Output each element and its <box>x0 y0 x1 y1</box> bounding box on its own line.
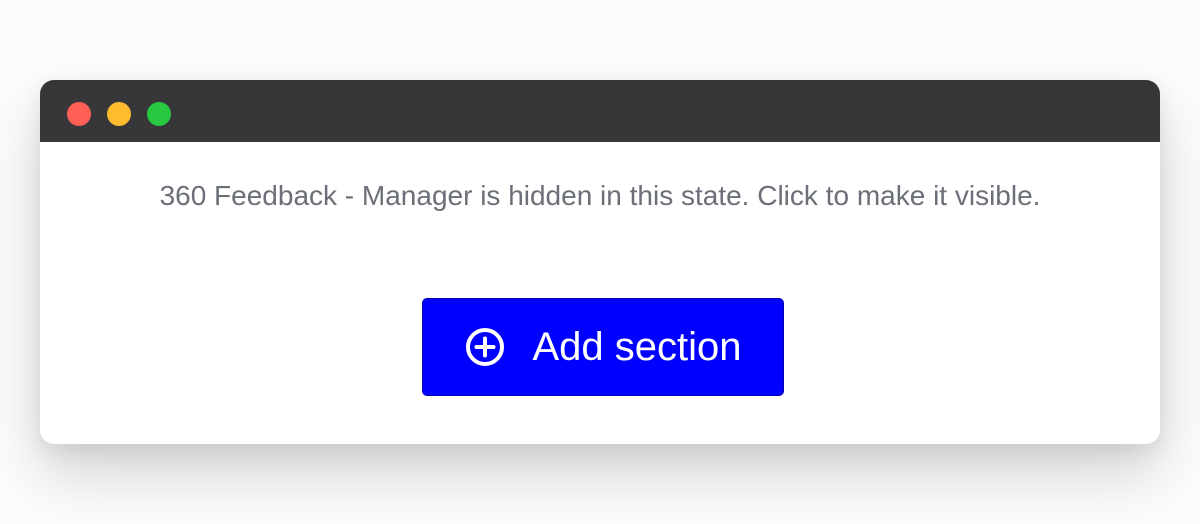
window-titlebar <box>40 80 1160 142</box>
app-window: 360 Feedback - Manager is hidden in this… <box>40 80 1160 444</box>
add-section-button[interactable]: Add section <box>422 298 784 396</box>
add-section-label: Add section <box>532 325 742 369</box>
close-dot[interactable] <box>67 102 91 126</box>
hidden-section-message[interactable]: 360 Feedback - Manager is hidden in this… <box>40 180 1160 212</box>
zoom-dot[interactable] <box>147 102 171 126</box>
minimize-dot[interactable] <box>107 102 131 126</box>
plus-circle-icon <box>464 326 506 368</box>
